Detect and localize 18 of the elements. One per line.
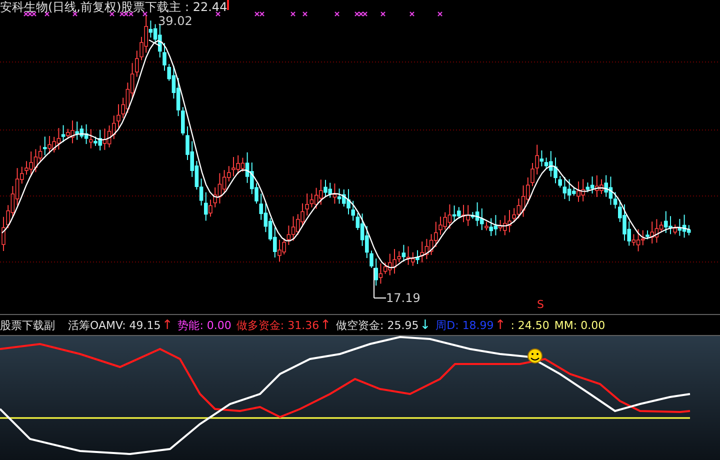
trend-arrow: ↑ xyxy=(162,318,173,332)
smiley-icon xyxy=(528,348,542,364)
high-price-label: 39.02 xyxy=(158,14,192,28)
trend-arrow: ↑ xyxy=(320,318,332,332)
indicator-value: : 24.50 xyxy=(510,318,550,332)
cursor-tick-icon xyxy=(227,0,229,10)
trend-arrow: ↓ xyxy=(420,318,431,332)
indicator-value: MM: 0.00 xyxy=(554,318,606,332)
low-price-label: 17.19 xyxy=(386,291,420,305)
indicator-value: 活筹OAMV: 49.15 xyxy=(68,318,161,332)
indicator-value: 做空资金: 25.95 xyxy=(336,318,419,332)
indicator-value: 周D: 18.99 xyxy=(436,318,494,332)
indicator-value: 做多资金: 31.36 xyxy=(236,318,320,332)
chart-title: 安科生物(日线,前复权)股票下载主 : 22.44 xyxy=(0,0,228,14)
indicator-name: 股票下载副 xyxy=(0,318,55,332)
signal-mark: S xyxy=(537,299,544,311)
indicator-value: 势能: 0.00 xyxy=(178,318,232,332)
trend-arrow: ↑ xyxy=(494,318,506,332)
